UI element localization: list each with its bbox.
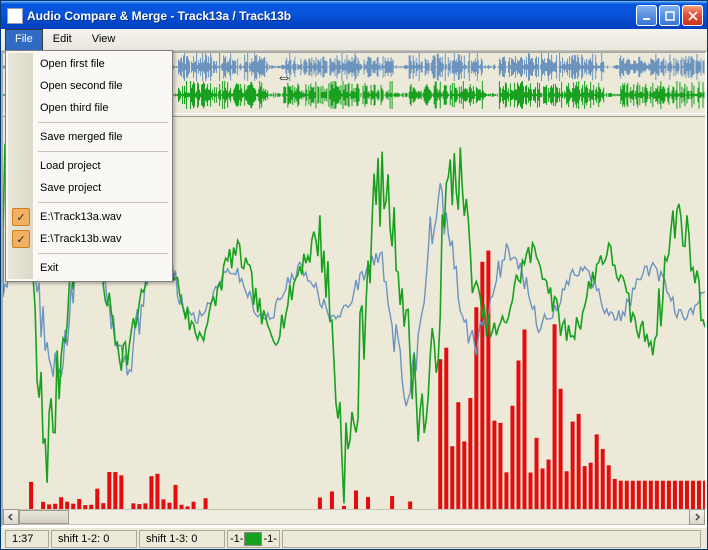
menubar: File Edit View Open first file Open seco… [1, 29, 707, 51]
check-icon: ✓ [12, 208, 30, 226]
maximize-icon [665, 11, 675, 21]
menu-label: Open second file [40, 80, 123, 92]
menu-label: Save merged file [40, 131, 123, 143]
menu-separator [38, 253, 168, 254]
chevron-right-icon [693, 513, 701, 521]
menu-separator [38, 122, 168, 123]
file-dropdown: Open first file Open second file Open th… [5, 50, 173, 282]
close-icon [688, 11, 698, 21]
window-title: Audio Compare & Merge - Track13a / Track… [27, 9, 636, 23]
status-shift12-value: shift 1-2: 0 [58, 533, 109, 545]
menu-save-merged[interactable]: Save merged file [8, 126, 170, 148]
minimize-button[interactable] [636, 5, 657, 26]
scroll-left-button[interactable] [3, 509, 19, 525]
check-icon: ✓ [12, 230, 30, 248]
menu-open-second[interactable]: Open second file [8, 75, 170, 97]
color-swatch-track-b[interactable] [244, 532, 262, 546]
menu-label: Exit [40, 262, 58, 274]
chevron-left-icon [7, 513, 15, 521]
status-spacer [282, 530, 701, 548]
menu-open-third[interactable]: Open third file [8, 97, 170, 119]
app-window: Audio Compare & Merge - Track13a / Track… [0, 0, 708, 550]
menu-label: Save project [40, 182, 101, 194]
menu-separator [38, 151, 168, 152]
menu-save-project[interactable]: Save project [8, 177, 170, 199]
close-button[interactable] [682, 5, 703, 26]
menu-recent-b[interactable]: ✓ E:\Track13b.wav [8, 228, 170, 250]
titlebar[interactable]: Audio Compare & Merge - Track13a / Track… [1, 1, 707, 29]
status-shift-12: shift 1-2: 0 [51, 530, 137, 548]
window-buttons [636, 5, 703, 26]
menu-label: Open first file [40, 58, 105, 70]
scroll-track[interactable] [19, 509, 689, 525]
status-slot-right: -1- [263, 533, 276, 545]
menu-load-project[interactable]: Load project [8, 155, 170, 177]
status-slot-left: -1- [230, 533, 243, 545]
app-icon [7, 8, 23, 24]
scroll-right-button[interactable] [689, 509, 705, 525]
menu-label: Open third file [40, 102, 108, 114]
minimize-icon [642, 11, 652, 21]
menu-separator [38, 202, 168, 203]
menu-label: E:\Track13b.wav [40, 233, 122, 245]
status-shift-13: shift 1-3: 0 [139, 530, 225, 548]
menu-open-first[interactable]: Open first file [8, 53, 170, 75]
menu-recent-a[interactable]: ✓ E:\Track13a.wav [8, 206, 170, 228]
status-time: 1:37 [5, 530, 49, 548]
menu-view[interactable]: View [82, 29, 126, 50]
status-time-value: 1:37 [12, 533, 33, 545]
menu-label: E:\Track13a.wav [40, 211, 122, 223]
maximize-button[interactable] [659, 5, 680, 26]
scroll-thumb[interactable] [19, 510, 69, 524]
menu-file[interactable]: File [5, 29, 43, 50]
status-swatch-group-left: -1- -1- [227, 530, 280, 548]
horizontal-scrollbar[interactable] [3, 509, 705, 525]
menu-exit[interactable]: Exit [8, 257, 170, 279]
status-shift13-value: shift 1-3: 0 [146, 533, 197, 545]
statusbar: 1:37 shift 1-2: 0 shift 1-3: 0 -1- -1- [1, 527, 707, 549]
menu-edit[interactable]: Edit [43, 29, 82, 50]
menu-label: Load project [40, 160, 101, 172]
